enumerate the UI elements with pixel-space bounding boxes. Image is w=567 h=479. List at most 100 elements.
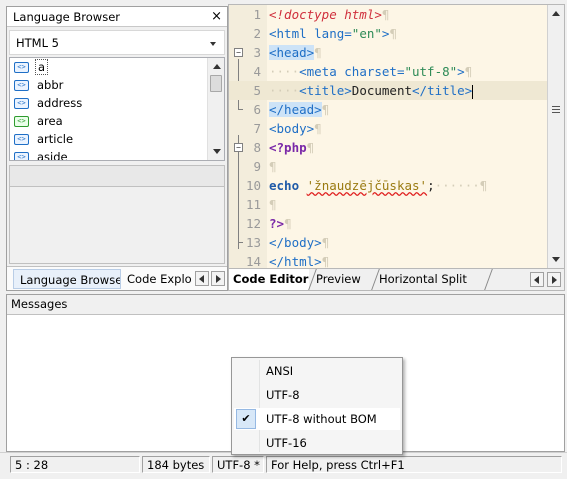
fold-toggle-icon[interactable]: − [234, 143, 243, 152]
arrow-left-icon [199, 275, 204, 283]
description-area [9, 187, 225, 264]
code-token: <meta [299, 64, 345, 79]
line-number: 2 [253, 26, 261, 41]
tab-scroll-left-button[interactable] [195, 271, 209, 286]
tab-horizontal-split[interactable]: Horizontal Split [375, 269, 493, 290]
tab-scroll-right-button[interactable] [547, 272, 561, 287]
tab-scroll-left-button[interactable] [530, 272, 544, 287]
menu-item-label: UTF-8 without BOM [266, 412, 377, 426]
list-item-label: area [37, 114, 63, 128]
code-line[interactable]: 10 echo 'žnaudzējčūskas';······¶ [229, 176, 547, 195]
scroll-down-icon[interactable] [213, 149, 221, 154]
code-token: </html> [269, 254, 322, 269]
code-text: <body>¶ [269, 119, 322, 138]
code-line[interactable]: 6 </head>¶ [229, 100, 547, 119]
code-line[interactable]: 5 ····<title>Document</title> [229, 81, 547, 100]
scroll-down-icon[interactable] [552, 257, 560, 262]
editor-scrollbar[interactable] [547, 5, 564, 268]
tag-icon: <> [14, 97, 29, 109]
element-list[interactable]: <> a <> abbr <> address <> area <> artic… [9, 57, 225, 161]
tag-icon: <> [14, 151, 29, 160]
tag-icon: <> [14, 61, 29, 73]
code-text: </body>¶ [269, 233, 329, 252]
line-number: 6 [253, 102, 261, 117]
menu-item-ansi[interactable]: ANSI [234, 360, 400, 382]
list-item-address[interactable]: <> address [10, 94, 207, 112]
code-token: ¶ [269, 197, 277, 212]
list-item-article[interactable]: <> article [10, 130, 207, 148]
code-token: ¶ [321, 235, 330, 250]
close-icon[interactable]: × [211, 9, 222, 24]
menu-item-label: UTF-8 [266, 388, 300, 402]
tab-preview[interactable]: Preview [312, 269, 380, 290]
list-item-label: aside [37, 150, 68, 160]
code-text: ¶ [269, 195, 277, 214]
language-browser-panel: Language Browser × HTML 5 <> a <> abbr <… [6, 6, 228, 291]
code-editor[interactable]: 1 <!doctype html>¶ 2 <html lang="en">¶ 3− <he… [228, 4, 565, 269]
code-line[interactable]: 11 ¶ [229, 195, 547, 214]
code-line[interactable]: 12 ?>¶ [229, 214, 547, 233]
code-token: ······¶ [434, 178, 488, 193]
scroll-up-icon[interactable] [552, 11, 560, 16]
arrow-right-icon [216, 275, 221, 283]
language-browser-title: Language Browser [13, 10, 121, 24]
code-token: echo [269, 178, 307, 193]
code-token: ¶ [314, 121, 322, 136]
fold-end-marker [238, 100, 243, 110]
code-token: Document [351, 83, 413, 98]
messages-title: Messages [11, 297, 68, 311]
scroll-thumb[interactable] [210, 75, 222, 92]
code-line[interactable]: 9 ¶ [229, 157, 547, 176]
code-token: <body> [269, 121, 315, 136]
line-number: 13 [245, 235, 261, 250]
code-token: </title> [412, 83, 473, 98]
code-line[interactable]: 3− <head>¶ [229, 43, 547, 62]
fold-toggle-icon[interactable]: − [234, 48, 243, 57]
menu-item-utf8[interactable]: UTF-8 [234, 384, 400, 406]
code-text: ?>¶ [269, 214, 292, 233]
list-item-aside[interactable]: <> aside [10, 148, 207, 160]
code-line[interactable]: 4 ····<meta charset="utf-8">¶ [229, 62, 547, 81]
code-line[interactable]: 7 <body>¶ [229, 119, 547, 138]
code-token: </head> [269, 102, 322, 117]
tag-icon: <> [14, 133, 29, 145]
line-number: 9 [253, 159, 261, 174]
scroll-up-icon[interactable] [213, 64, 221, 69]
tab-scroll-right-button[interactable] [211, 271, 225, 286]
list-item-area[interactable]: <> area [10, 112, 207, 130]
code-token: ¶ [389, 26, 397, 41]
code-line[interactable]: 14 </html>¶ [229, 252, 547, 269]
code-token: charset= [344, 64, 405, 79]
list-item-label: abbr [37, 78, 64, 92]
language-select[interactable]: HTML 5 [9, 30, 225, 55]
language-select-value: HTML 5 [16, 36, 59, 50]
menu-item-utf8-without-bom[interactable]: ✔ UTF-8 without BOM [234, 408, 400, 430]
code-text: <!doctype html>¶ [269, 5, 389, 24]
code-line[interactable]: 13 </body>¶ [229, 233, 547, 252]
tab-language-browser[interactable]: Language Browser [13, 269, 121, 289]
help-text: For Help, press Ctrl+F1 [266, 456, 562, 473]
code-token: lang= [314, 26, 352, 41]
code-token: "en" [351, 26, 382, 41]
code-text: <html lang="en">¶ [269, 24, 397, 43]
tag-icon-green: <> [14, 115, 29, 127]
scroll-grip [552, 106, 560, 107]
code-line[interactable]: 2 <html lang="en">¶ [229, 24, 547, 43]
tab-code-explorer[interactable]: Code Explor [121, 269, 191, 289]
list-item-label: article [37, 132, 74, 146]
list-item-a[interactable]: <> a [10, 58, 207, 76]
line-number: 14 [245, 254, 261, 269]
description-header [9, 165, 225, 187]
code-line[interactable]: 1 <!doctype html>¶ [229, 5, 547, 24]
encoding-indicator[interactable]: UTF-8 * [212, 456, 264, 473]
tab-code-editor[interactable]: Code Editor [229, 269, 317, 290]
code-text: </head>¶ [269, 100, 329, 119]
list-scrollbar[interactable] [207, 58, 224, 160]
code-text: <head>¶ [269, 43, 322, 62]
list-item-abbr[interactable]: <> abbr [10, 76, 207, 94]
code-token: ?> [269, 216, 285, 231]
code-token: ¶ [321, 102, 330, 117]
menu-item-utf16[interactable]: UTF-16 [234, 432, 400, 454]
code-line[interactable]: 8− <?php¶ [229, 138, 547, 157]
code-token: ¶ [314, 45, 322, 60]
